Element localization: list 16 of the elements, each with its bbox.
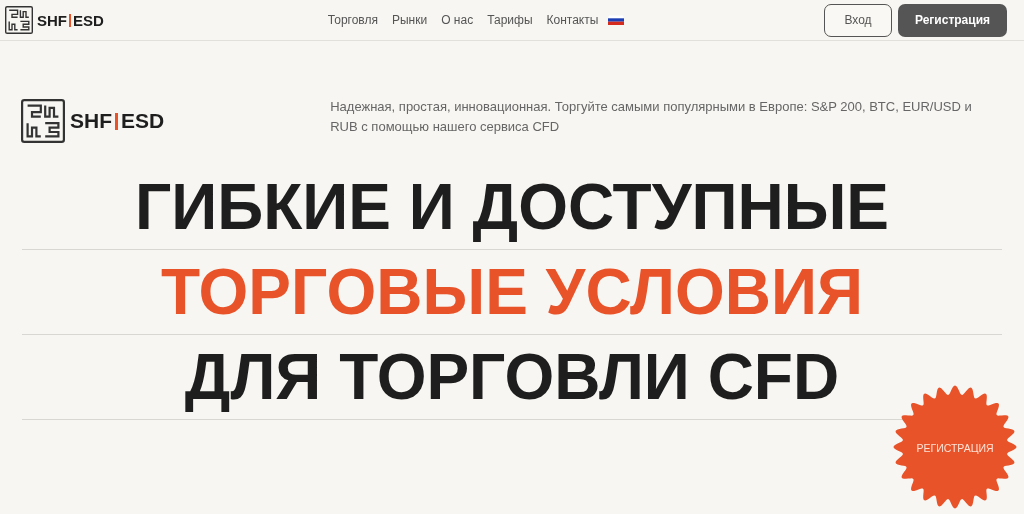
login-button[interactable]: Вход — [824, 3, 892, 37]
brand-name: SHF — [70, 109, 112, 133]
logo-icon — [5, 6, 33, 34]
brand-name: ESD — [73, 11, 104, 29]
nav-link[interactable]: Рынки — [392, 13, 428, 27]
russian-flag-icon[interactable] — [608, 15, 625, 25]
nav-link[interactable]: О нас — [441, 13, 474, 27]
logo-icon — [21, 99, 65, 143]
nav-link[interactable]: Торговля — [327, 13, 378, 27]
tagline: Надежная, простая, инновационная. Торгуйте самыми популярными в Европе: S&P 200, BTC, EUR/USD и RUB с помощью нашего сервиса CFD — [330, 98, 973, 136]
nav-link[interactable]: Тарифы — [487, 13, 533, 27]
nav-link[interactable]: Контакты — [546, 13, 599, 27]
register-button[interactable]: Регистрация — [898, 3, 1007, 37]
brand-name: SHF — [37, 11, 67, 29]
headline: ТОРГОВЫЕ УСЛОВИЯ — [161, 260, 863, 324]
brand-name: ESD — [121, 109, 165, 133]
